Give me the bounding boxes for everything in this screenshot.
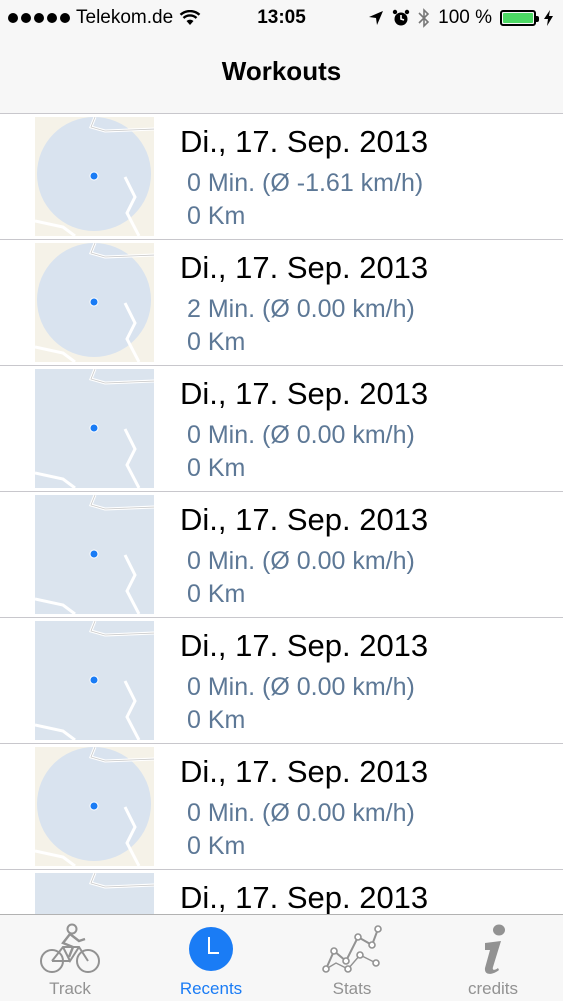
workout-list[interactable]: Di., 17. Sep. 2013 0 Min. (Ø -1.61 km/h) 0… (0, 114, 563, 914)
navigation-bar: Workouts (0, 38, 563, 114)
workout-date: Di., 17. Sep. 2013 (180, 880, 429, 914)
workout-date: Di., 17. Sep. 2013 (180, 250, 429, 285)
tab-label: credits (467, 979, 519, 998)
tab-label: Recents (179, 979, 243, 998)
battery-percent: 100 % (438, 7, 492, 28)
chart-icon (322, 925, 382, 973)
workout-date: Di., 17. Sep. 2013 (180, 628, 429, 663)
tab-bar: Track Recents Stats credits (0, 914, 563, 1001)
map-thumbnail-graphic (35, 621, 154, 740)
table-row[interactable]: Di., 17. Sep. 2013 0 Min. (Ø 0.00 km/h) 0 … (0, 744, 563, 870)
map-thumbnail (35, 369, 154, 488)
map-thumbnail-graphic (35, 243, 154, 362)
map-thumbnail-graphic (35, 369, 154, 488)
tab-credits[interactable]: credits (423, 915, 563, 1001)
map-thumbnail-graphic (88, 873, 154, 889)
workout-distance: 0 Km (187, 454, 246, 482)
battery-icon (500, 10, 539, 26)
charging-icon (544, 10, 553, 26)
workout-duration-speed: 0 Min. (Ø -1.61 km/h) (187, 169, 424, 197)
status-bar: Telekom.de 13:05 100 % (0, 0, 563, 38)
page-title: Workouts (221, 56, 342, 86)
map-thumbnail-graphic (35, 747, 154, 866)
tab-stats[interactable]: Stats (282, 915, 422, 1001)
workout-duration-speed: 2 Min. (Ø 0.00 km/h) (187, 295, 415, 323)
table-row[interactable]: Di., 17. Sep. 2013 0 Min. (Ø 0.00 km/h) 0 … (0, 366, 563, 492)
table-row[interactable]: Di., 17. Sep. 2013 0 Min. (Ø 0.00 km/h) 0 … (0, 618, 563, 744)
map-thumbnail (35, 243, 154, 362)
table-row[interactable]: Di., 17. Sep. 2013 2 Min. (Ø 0.00 km/h) 0 … (0, 240, 563, 366)
table-row[interactable]: Di., 17. Sep. 2013 0 Min. (Ø -1.61 km/h) 0… (0, 114, 563, 240)
workout-date: Di., 17. Sep. 2013 (180, 124, 429, 159)
info-icon (484, 924, 505, 974)
map-thumbnail (35, 873, 154, 914)
workout-distance: 0 Km (187, 328, 246, 356)
tab-label: Stats (332, 979, 372, 998)
workout-date: Di., 17. Sep. 2013 (180, 754, 429, 789)
table-row[interactable]: Di., 17. Sep. 2013 (0, 870, 563, 914)
workout-duration-speed: 0 Min. (Ø 0.00 km/h) (187, 421, 415, 449)
table-row[interactable]: Di., 17. Sep. 2013 0 Min. (Ø 0.00 km/h) 0 … (0, 492, 563, 618)
bicycle-icon (40, 923, 100, 973)
clock-icon (189, 927, 233, 971)
alarm-icon (392, 9, 410, 26)
tab-track[interactable]: Track (0, 915, 140, 1001)
map-thumbnail (35, 495, 154, 614)
workout-date: Di., 17. Sep. 2013 (180, 502, 429, 537)
workout-duration-speed: 0 Min. (Ø 0.00 km/h) (187, 547, 415, 575)
workout-duration-speed: 0 Min. (Ø 0.00 km/h) (187, 799, 415, 827)
map-thumbnail (35, 621, 154, 740)
workout-distance: 0 Km (187, 202, 246, 230)
tab-label: Track (49, 979, 91, 998)
tab-recents[interactable]: Recents (141, 915, 281, 1001)
workout-distance: 0 Km (187, 580, 246, 608)
workout-date: Di., 17. Sep. 2013 (180, 376, 429, 411)
workout-distance: 0 Km (187, 706, 246, 734)
map-thumbnail (35, 117, 154, 236)
map-thumbnail-graphic (35, 495, 154, 614)
map-thumbnail (35, 747, 154, 866)
map-thumbnail-graphic (35, 117, 154, 236)
workout-duration-speed: 0 Min. (Ø 0.00 km/h) (187, 673, 415, 701)
workout-distance: 0 Km (187, 832, 246, 860)
bluetooth-icon (418, 8, 430, 28)
status-indicators: 100 % (368, 7, 553, 29)
location-arrow-icon (369, 11, 384, 25)
